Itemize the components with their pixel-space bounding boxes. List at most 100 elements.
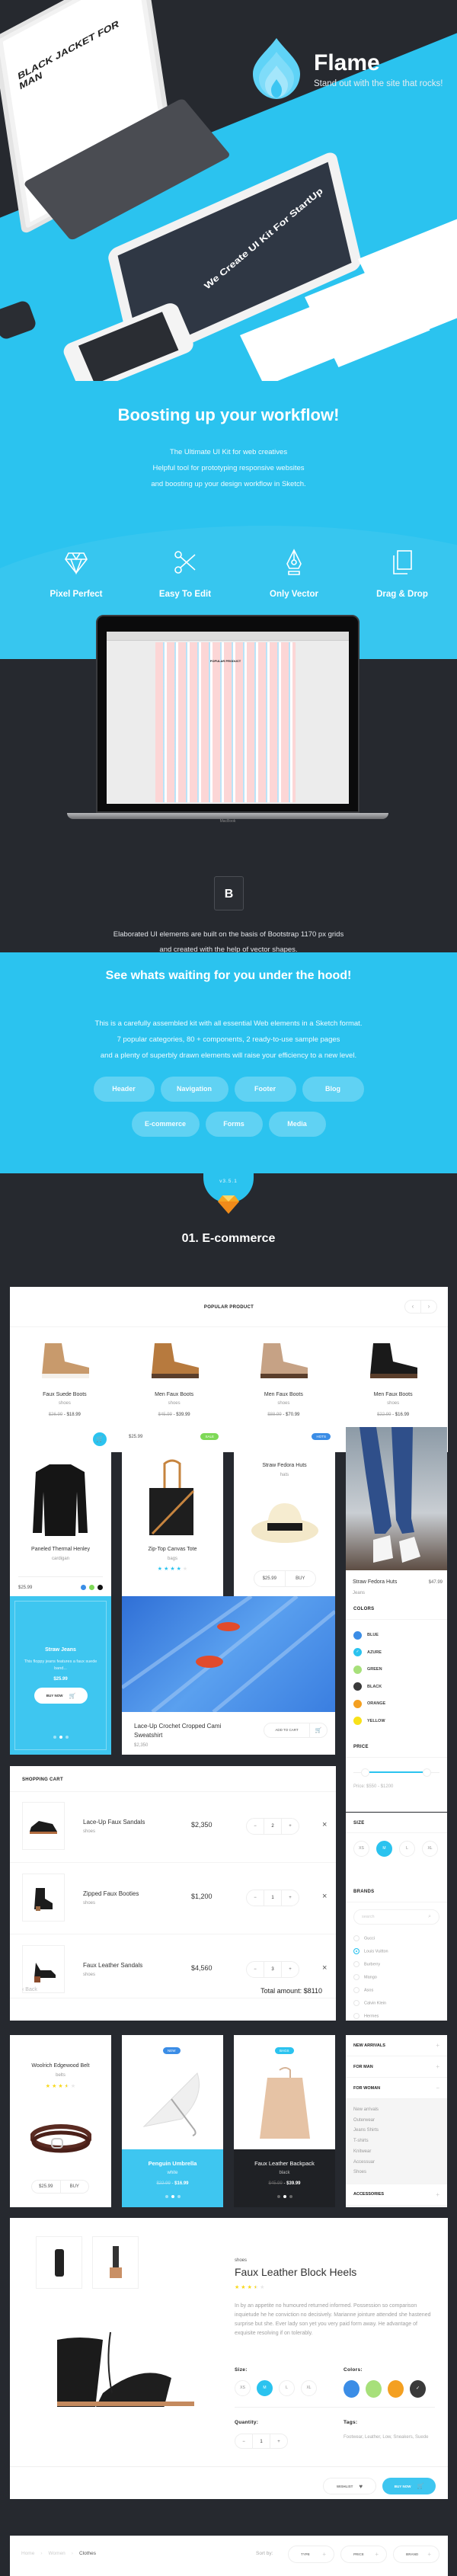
color-option-green[interactable]: GREEN xyxy=(353,1661,385,1678)
color-option-yellow[interactable]: YELLOW xyxy=(353,1713,385,1730)
accordion-subitem[interactable]: Jeans Shirts xyxy=(353,2126,439,2136)
wishlist-button[interactable]: WISHLIST ♥ xyxy=(323,2478,376,2494)
product-card-backpack[interactable]: BAGS Faux Leather Backpack black $45.99 … xyxy=(234,2035,335,2207)
pill-footer[interactable]: Footer xyxy=(234,1077,296,1102)
color-swatch[interactable] xyxy=(388,2380,404,2398)
size-option-xs[interactable]: XS xyxy=(235,2380,251,2396)
remove-icon[interactable]: × xyxy=(322,1963,327,1973)
quantity-value[interactable]: 1 xyxy=(252,2434,270,2448)
size-option-xl[interactable]: XL xyxy=(422,1841,438,1857)
cart-item-thumbnail[interactable] xyxy=(22,1945,65,1993)
color-option-blue[interactable]: BLUE xyxy=(353,1627,385,1644)
remove-icon[interactable]: × xyxy=(322,1820,327,1829)
quantity-value[interactable]: 1 xyxy=(264,1890,282,1906)
color-swatch[interactable] xyxy=(366,2380,382,2398)
cart-item-thumbnail[interactable] xyxy=(22,1874,65,1922)
quantity-value[interactable]: 2 xyxy=(264,1819,282,1834)
plus-icon[interactable]: + xyxy=(282,1890,299,1906)
accordion-subitem[interactable]: Knitwear xyxy=(353,2147,439,2158)
product-card-jeans[interactable]: Straw Fedora Huts $47.99 Jeans xyxy=(346,1427,447,1610)
swatch-black[interactable] xyxy=(97,1585,103,1590)
chevron-left-icon[interactable]: ‹ xyxy=(405,1301,421,1313)
radio-button[interactable] xyxy=(353,1974,360,1980)
brand-option[interactable]: Calvin Klein xyxy=(353,2000,388,2013)
cart-icon[interactable]: 🛒 xyxy=(93,1432,107,1446)
pill-navigation[interactable]: Navigation xyxy=(160,1077,228,1102)
price-slider-min-handle[interactable] xyxy=(361,1768,369,1777)
brand-option[interactable]: Asos xyxy=(353,1987,388,2000)
brand-option[interactable]: Louis Vuitton xyxy=(353,1948,388,1961)
swatch-blue[interactable] xyxy=(81,1585,86,1590)
price-slider-max-handle[interactable] xyxy=(423,1768,431,1777)
plus-icon[interactable]: + xyxy=(282,1962,299,1977)
featured-product-card[interactable]: Lace-Up Crochet Cropped Cami Sweatshirt … xyxy=(122,1596,335,1755)
color-swatch[interactable] xyxy=(344,2380,360,2398)
minus-icon[interactable]: − xyxy=(247,1819,264,1834)
size-option-l[interactable]: L xyxy=(279,2380,295,2396)
pill-header[interactable]: Header xyxy=(93,1077,155,1102)
thumbnail-1[interactable] xyxy=(36,2236,82,2289)
product-card-henley[interactable]: 🛒 Paneled Thermal Henley cardigan $25.99 xyxy=(10,1427,111,1610)
color-option-orange[interactable]: ORANGE xyxy=(353,1695,385,1713)
price-buy-button[interactable]: $25.99 BUY xyxy=(31,2180,89,2194)
pill-forms[interactable]: Forms xyxy=(205,1112,263,1137)
accordion-item[interactable]: FOR WOMAN − xyxy=(346,2078,447,2099)
product-card-fedora[interactable]: HOTS Straw Fedora Huts hats $25.99 BUY xyxy=(234,1427,335,1610)
promo-card[interactable]: Straw Jeans This floppy jeans features a… xyxy=(10,1596,111,1755)
brand-search-input[interactable]: search ⌕ xyxy=(353,1909,439,1925)
breadcrumb-women[interactable]: Women xyxy=(49,2551,66,2556)
remove-icon[interactable]: × xyxy=(322,1892,327,1901)
back-link[interactable]: ‹ Back xyxy=(22,1987,37,1992)
radio-button[interactable] xyxy=(353,1987,360,1993)
size-option-xs[interactable]: XS xyxy=(353,1841,369,1857)
accordion-subitem[interactable]: Accessuar xyxy=(353,2158,439,2168)
accordion-subitem[interactable]: Shoes xyxy=(353,2168,439,2178)
radio-button[interactable] xyxy=(353,1948,360,1954)
pill-media[interactable]: Media xyxy=(268,1112,326,1137)
radio-button[interactable] xyxy=(353,2013,360,2019)
breadcrumb-home[interactable]: Home xyxy=(21,2551,34,2556)
brand-option[interactable]: Hermes xyxy=(353,2013,388,2021)
quantity-value[interactable]: 3 xyxy=(264,1962,282,1977)
color-option-azure[interactable]: ✓ AZURE xyxy=(353,1644,385,1662)
product-card-belt[interactable]: Woolrich Edgewood Belt belts ★ ★ ★ ★ ★ $25.9… xyxy=(10,2035,111,2207)
chevron-right-icon[interactable]: › xyxy=(421,1301,436,1313)
plus-icon[interactable]: + xyxy=(282,1819,299,1834)
minus-icon[interactable]: − xyxy=(247,1962,264,1977)
plus-icon[interactable]: + xyxy=(270,2434,287,2448)
size-option-m[interactable]: M xyxy=(376,1841,392,1857)
brand-option[interactable]: Mango xyxy=(353,1974,388,1987)
quantity-stepper[interactable]: −3 + xyxy=(246,1961,299,1978)
color-swatch[interactable]: ✓ xyxy=(410,2380,426,2398)
sort-brand-button[interactable]: BRAND + xyxy=(393,2546,439,2563)
color-option-black[interactable]: BLACK xyxy=(353,1678,385,1696)
size-option-l[interactable]: L xyxy=(399,1841,415,1857)
buy-now-button[interactable]: BUY NOW 🛒 xyxy=(382,2478,436,2494)
size-option-m[interactable]: M xyxy=(257,2380,273,2396)
accordion-subitem[interactable]: New arrivals xyxy=(353,2105,439,2116)
pill-blog[interactable]: Blog xyxy=(302,1077,364,1102)
radio-button[interactable] xyxy=(353,1961,360,1967)
thumbnail-2[interactable] xyxy=(92,2236,139,2289)
minus-icon[interactable]: − xyxy=(247,1890,264,1906)
accordion-subitem[interactable]: T-shirts xyxy=(353,2136,439,2147)
size-option-xl[interactable]: XL xyxy=(301,2380,317,2396)
accordion-item[interactable]: FOR MAN + xyxy=(346,2056,447,2078)
minus-icon[interactable]: − xyxy=(235,2434,252,2448)
accordion-item[interactable]: PLUS SIZES+ xyxy=(346,2206,447,2207)
sort-price-button[interactable]: PRICE + xyxy=(340,2546,387,2563)
price-buy-button[interactable]: $25.99 BUY xyxy=(254,1570,316,1587)
pill-ecommerce[interactable]: E-commerce xyxy=(131,1112,200,1137)
cart-item-thumbnail[interactable] xyxy=(22,1802,65,1850)
quantity-stepper[interactable]: −1 + xyxy=(246,1890,299,1906)
radio-button[interactable] xyxy=(353,1935,360,1941)
quantity-stepper[interactable]: −2 + xyxy=(246,1818,299,1835)
accordion-item[interactable]: NEW ARRIVALS + xyxy=(346,2035,447,2056)
product-card-umbrella[interactable]: NEW Penguin Umbrella white $22.99 - $16.… xyxy=(122,2035,223,2207)
brand-option[interactable]: Burberry xyxy=(353,1961,388,1974)
buy-now-button[interactable]: BUY NOW 🛒 xyxy=(34,1688,88,1704)
radio-button[interactable] xyxy=(353,2000,360,2006)
swatch-green[interactable] xyxy=(89,1585,94,1590)
accordion-subitem[interactable]: Outerwear xyxy=(353,2116,439,2126)
sort-type-button[interactable]: TYPE + xyxy=(288,2546,334,2563)
